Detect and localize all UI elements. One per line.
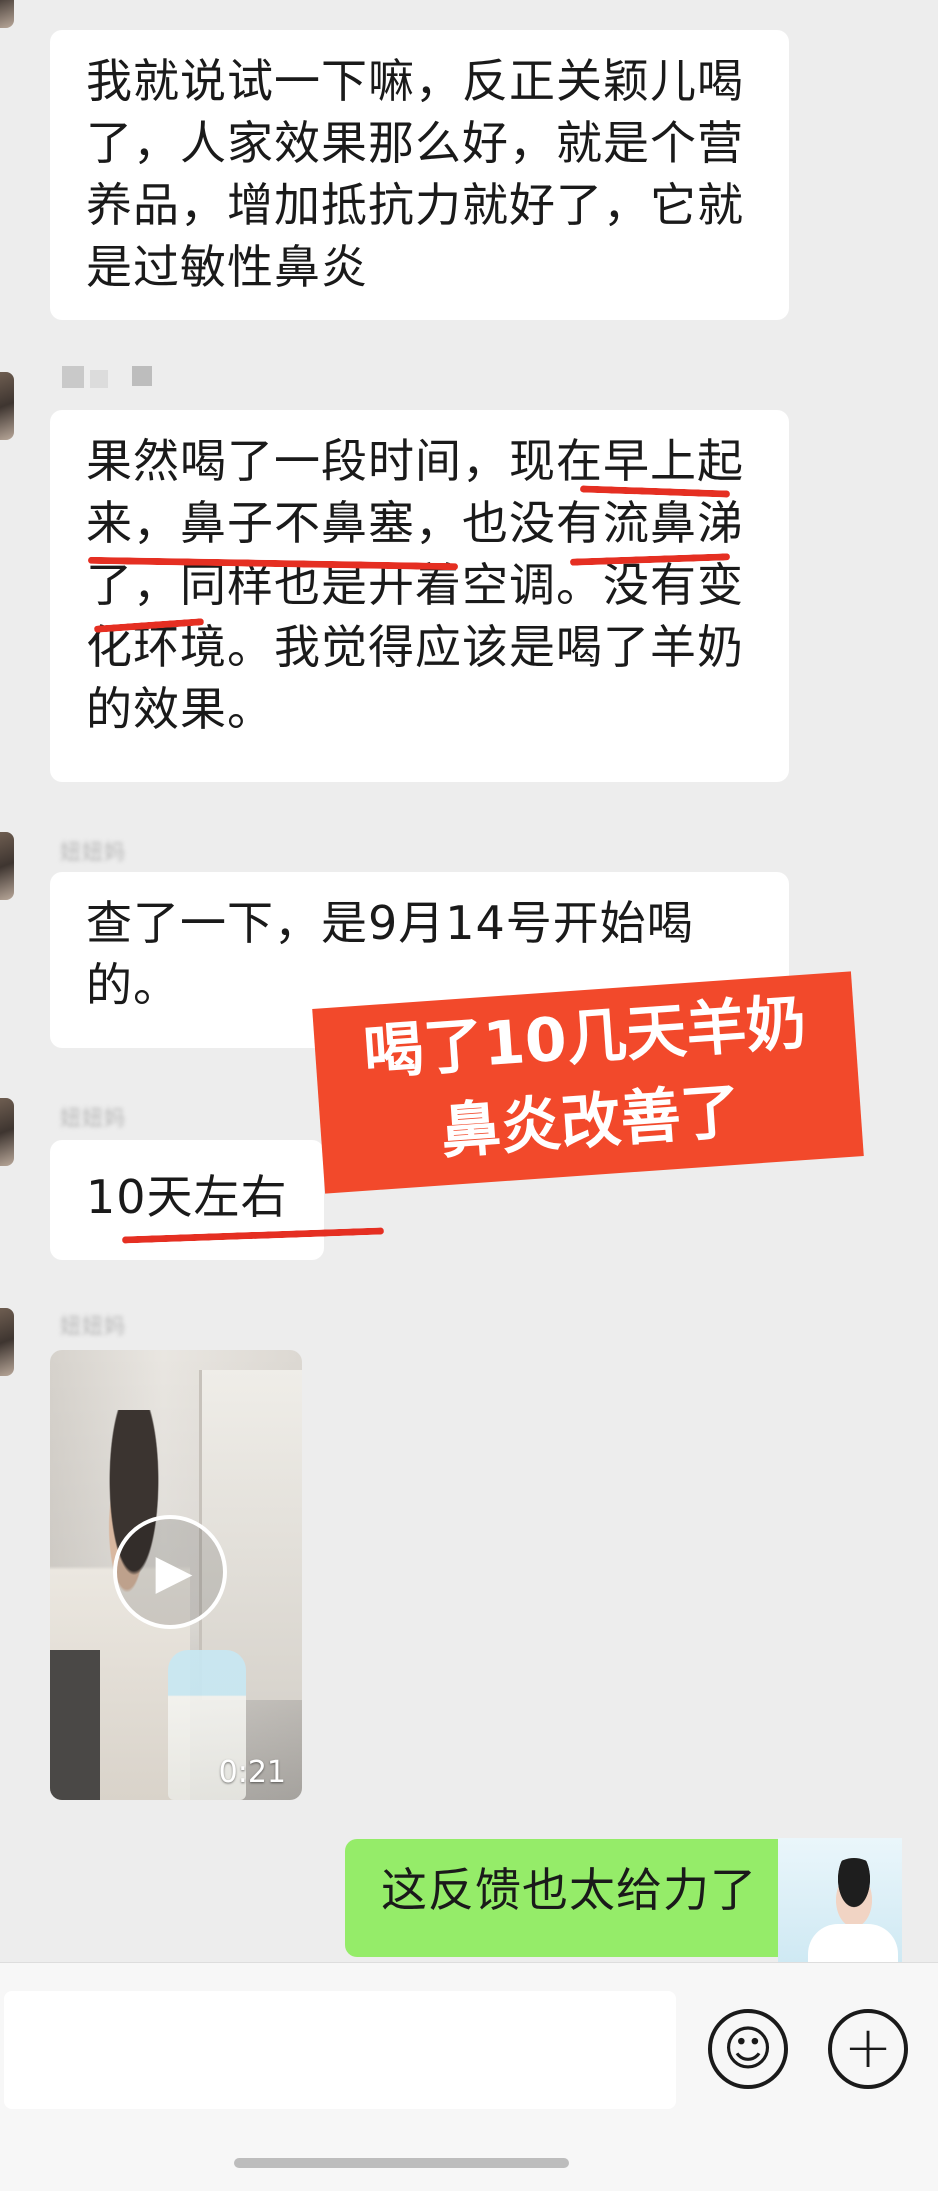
sender-name: 妞妞妈	[60, 1314, 126, 1338]
avatar[interactable]	[0, 372, 14, 440]
message-text: 10天左右	[86, 1170, 288, 1224]
video-duration: 0:21	[218, 1755, 286, 1790]
sender-name: 妞妞妈	[60, 840, 126, 864]
home-indicator	[234, 2158, 569, 2168]
message-text: 果然喝了一段时间，现在早上起来，鼻子不鼻塞，也没有流鼻涕了，同样也是开着空调。没…	[86, 434, 744, 736]
avatar[interactable]	[0, 0, 14, 28]
emoji-icon[interactable]: ☺	[708, 2009, 788, 2089]
my-message-bubble[interactable]: 这反馈也太给力了	[345, 1839, 807, 1957]
message-bubble[interactable]: 我就说试一下嘛，反正关颖儿喝了，人家效果那么好，就是个营养品，增加抵抗力就好了，…	[50, 30, 789, 320]
message-text: 这反馈也太给力了	[381, 1863, 757, 1917]
message-bubble[interactable]: 果然喝了一段时间，现在早上起来，鼻子不鼻塞，也没有流鼻涕了，同样也是开着空调。没…	[50, 410, 789, 782]
avatar[interactable]	[0, 832, 14, 900]
message-bubble[interactable]: 10天左右	[50, 1140, 324, 1260]
sender-name	[62, 366, 152, 388]
annotation-banner: 喝了10几天羊奶 鼻炎改善了	[312, 971, 864, 1194]
my-avatar[interactable]	[778, 1838, 902, 1962]
input-bar: ☺ +	[0, 1962, 938, 2191]
chat-area: 我就说试一下嘛，反正关颖儿喝了，人家效果那么好，就是个营养品，增加抵抗力就好了，…	[0, 0, 938, 1962]
avatar[interactable]	[0, 1098, 14, 1166]
plus-icon[interactable]: +	[828, 2009, 908, 2089]
message-input[interactable]	[4, 1991, 676, 2109]
avatar-body	[808, 1924, 898, 1962]
video-frame-can	[50, 1650, 100, 1800]
avatar-face	[826, 1858, 882, 1928]
avatar[interactable]	[0, 1308, 14, 1376]
video-thumbnail[interactable]: ▶ 0:21	[50, 1350, 302, 1800]
message-text: 我就说试一下嘛，反正关颖儿喝了，人家效果那么好，就是个营养品，增加抵抗力就好了，…	[86, 54, 744, 294]
play-icon[interactable]: ▶	[113, 1515, 227, 1629]
sender-name: 妞妞妈	[60, 1106, 126, 1130]
